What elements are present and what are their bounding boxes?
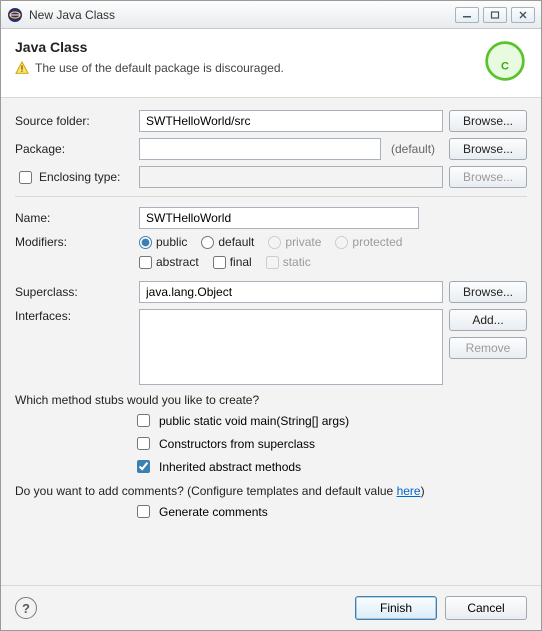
- radio-protected-label: protected: [335, 235, 402, 249]
- row-modifiers-flags: abstract final static: [15, 255, 527, 269]
- cancel-button[interactable]: Cancel: [445, 596, 527, 620]
- label-interfaces: Interfaces:: [15, 309, 133, 323]
- label-package: Package:: [15, 142, 133, 156]
- class-icon: C: [483, 39, 527, 83]
- stub-constructors-label[interactable]: Constructors from superclass: [133, 434, 527, 453]
- radio-public-label[interactable]: public: [139, 235, 187, 249]
- window-title: New Java Class: [29, 8, 455, 22]
- stub-inherited-checkbox[interactable]: [137, 460, 150, 473]
- minimize-button[interactable]: [455, 7, 479, 23]
- name-input[interactable]: [139, 207, 419, 229]
- browse-enclosing-type-button: Browse...: [449, 166, 527, 188]
- source-folder-input[interactable]: [139, 110, 443, 132]
- check-abstract-label[interactable]: abstract: [139, 255, 199, 269]
- check-static: [266, 256, 279, 269]
- row-enclosing-type: Enclosing type: Browse...: [15, 166, 527, 188]
- superclass-input[interactable]: [139, 281, 443, 303]
- interfaces-listbox[interactable]: [139, 309, 443, 385]
- close-button[interactable]: [511, 7, 535, 23]
- warning-icon: [15, 61, 29, 75]
- label-modifiers: Modifiers:: [15, 235, 133, 249]
- row-package: Package: (default) Browse...: [15, 138, 527, 160]
- row-source-folder: Source folder: Browse...: [15, 110, 527, 132]
- label-enclosing-type: Enclosing type:: [39, 170, 120, 184]
- window-buttons: [455, 7, 535, 23]
- stubs-question: Which method stubs would you like to cre…: [15, 393, 527, 407]
- stubs-options: public static void main(String[] args) C…: [133, 411, 527, 476]
- enclosing-type-input: [139, 166, 443, 188]
- browse-source-folder-button[interactable]: Browse...: [449, 110, 527, 132]
- check-abstract[interactable]: [139, 256, 152, 269]
- check-static-label: static: [266, 255, 311, 269]
- separator-1: [15, 196, 527, 197]
- radio-public[interactable]: [139, 236, 152, 249]
- configure-templates-link[interactable]: here: [397, 484, 421, 498]
- banner-warning-text: The use of the default package is discou…: [35, 61, 284, 75]
- row-interfaces: Interfaces: Add... Remove: [15, 309, 527, 385]
- content-area: Source folder: Browse... Package: (defau…: [1, 98, 541, 585]
- radio-private-label: private: [268, 235, 321, 249]
- radio-default-label[interactable]: default: [201, 235, 254, 249]
- finish-button[interactable]: Finish: [355, 596, 437, 620]
- row-modifiers-access: Modifiers: public default private protec…: [15, 235, 527, 249]
- svg-text:C: C: [501, 60, 509, 72]
- remove-interface-button: Remove: [449, 337, 527, 359]
- banner: Java Class The use of the default packag…: [1, 29, 541, 98]
- label-name: Name:: [15, 211, 133, 225]
- package-input[interactable]: [139, 138, 381, 160]
- maximize-button[interactable]: [483, 7, 507, 23]
- package-default-text: (default): [391, 142, 443, 156]
- row-name: Name:: [15, 207, 527, 229]
- check-final[interactable]: [213, 256, 226, 269]
- eclipse-icon: [7, 7, 23, 23]
- radio-default[interactable]: [201, 236, 214, 249]
- label-superclass: Superclass:: [15, 285, 133, 299]
- check-final-label[interactable]: final: [213, 255, 252, 269]
- banner-heading: Java Class: [15, 39, 475, 55]
- generate-comments-checkbox[interactable]: [137, 505, 150, 518]
- radio-private: [268, 236, 281, 249]
- radio-protected: [335, 236, 348, 249]
- row-superclass: Superclass: Browse...: [15, 281, 527, 303]
- label-source-folder: Source folder:: [15, 114, 133, 128]
- generate-comments-label[interactable]: Generate comments: [133, 502, 527, 521]
- browse-package-button[interactable]: Browse...: [449, 138, 527, 160]
- enclosing-type-checkbox[interactable]: [19, 171, 32, 184]
- add-interface-button[interactable]: Add...: [449, 309, 527, 331]
- help-button[interactable]: ?: [15, 597, 37, 619]
- dialog-window: New Java Class Java Class The use of the…: [0, 0, 542, 631]
- stub-main-checkbox[interactable]: [137, 414, 150, 427]
- stub-constructors-checkbox[interactable]: [137, 437, 150, 450]
- browse-superclass-button[interactable]: Browse...: [449, 281, 527, 303]
- bottom-bar: ? Finish Cancel: [1, 585, 541, 630]
- title-bar: New Java Class: [1, 1, 541, 29]
- comments-question: Do you want to add comments? (Configure …: [15, 484, 527, 498]
- comments-options: Generate comments: [133, 502, 527, 521]
- stub-inherited-label[interactable]: Inherited abstract methods: [133, 457, 527, 476]
- stub-main-label[interactable]: public static void main(String[] args): [133, 411, 527, 430]
